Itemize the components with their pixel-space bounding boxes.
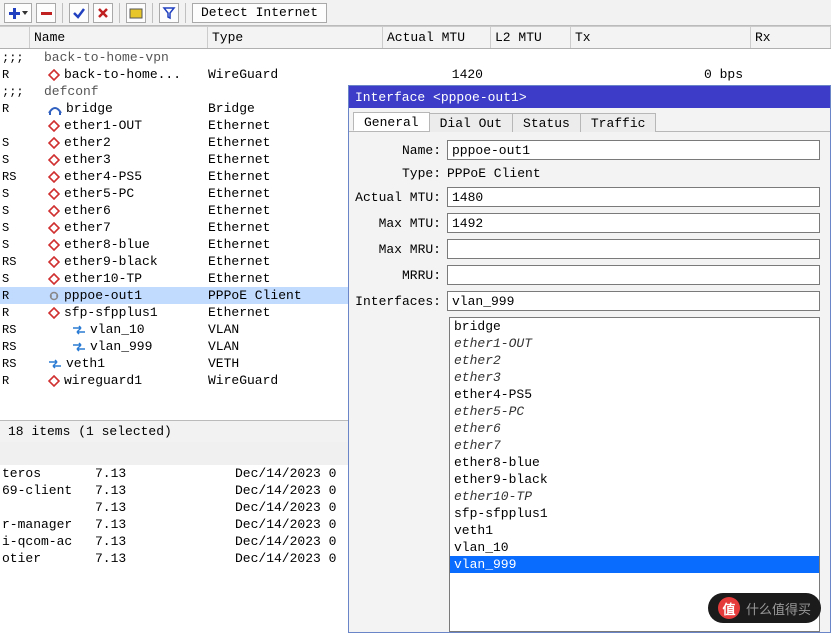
interface-name: vlan_10: [90, 322, 145, 337]
interface-name: ether5-PC: [64, 186, 134, 201]
interface-name: ether1-OUT: [64, 118, 142, 133]
iface-option[interactable]: vlan_999: [450, 556, 819, 573]
diamond-icon: [48, 205, 60, 217]
column-header-rx[interactable]: Rx: [751, 27, 831, 48]
diamond-icon: [48, 69, 60, 81]
iface-option[interactable]: ether5-PC: [450, 403, 819, 420]
label-actual-mtu: Actual MTU:: [355, 190, 447, 205]
label-type: Type:: [355, 166, 447, 181]
bridge-icon: [48, 103, 62, 115]
column-header-flags[interactable]: [0, 27, 30, 48]
group-header: ;;;back-to-home-vpn: [0, 49, 831, 66]
column-header-l2-mtu[interactable]: L2 MTU: [491, 27, 571, 48]
enable-button[interactable]: [69, 3, 89, 23]
iface-option[interactable]: ether3: [450, 369, 819, 386]
value-type: PPPoE Client: [447, 166, 820, 181]
column-header-actual-mtu[interactable]: Actual MTU: [383, 27, 491, 48]
diamond-icon: [48, 188, 60, 200]
tab-general[interactable]: General: [353, 112, 430, 131]
interface-name: ether4-PS5: [64, 169, 142, 184]
window-title: Interface <pppoe-out1>: [349, 86, 830, 108]
interface-name: wireguard1: [64, 373, 142, 388]
interface-name: ether10-TP: [64, 271, 142, 286]
interfaces-field[interactable]: [447, 291, 820, 311]
arrows-icon: [72, 341, 86, 353]
interface-name: pppoe-out1: [64, 288, 142, 303]
iface-option[interactable]: ether2: [450, 352, 819, 369]
interface-name: veth1: [66, 356, 105, 371]
interface-name: bridge: [66, 101, 113, 116]
tab-status[interactable]: Status: [512, 113, 581, 132]
column-header-name[interactable]: Name: [30, 27, 208, 48]
label-max-mtu: Max MTU:: [355, 216, 447, 231]
interface-name: sfp-sfpplus1: [64, 305, 158, 320]
interface-name: ether9-black: [64, 254, 158, 269]
diamond-icon: [48, 171, 60, 183]
interface-name: ether3: [64, 152, 111, 167]
iface-option[interactable]: ether8-blue: [450, 454, 819, 471]
tab-bar: GeneralDial OutStatusTraffic: [349, 108, 830, 132]
label-mrru: MRRU:: [355, 268, 447, 283]
interface-name: ether8-blue: [64, 237, 150, 252]
toolbar: Detect Internet: [0, 0, 831, 26]
property-form: Name: Type: PPPoE Client Actual MTU: Max…: [349, 132, 830, 317]
toolbar-divider: [185, 3, 186, 23]
label-max-mru: Max MRU:: [355, 242, 447, 257]
interfaces-listbox[interactable]: bridgeether1-OUTether2ether3ether4-PS5et…: [449, 317, 820, 632]
diamond-icon: [48, 239, 60, 251]
tab-traffic[interactable]: Traffic: [580, 113, 657, 132]
tab-dial-out[interactable]: Dial Out: [429, 113, 513, 132]
diamond-icon: [48, 137, 60, 149]
watermark-badge: 值 什么值得买: [708, 593, 821, 623]
column-header-tx[interactable]: Tx: [571, 27, 751, 48]
name-field[interactable]: [447, 140, 820, 160]
diamond-icon: [48, 222, 60, 234]
interface-name: vlan_999: [90, 339, 152, 354]
iface-option[interactable]: ether7: [450, 437, 819, 454]
arrows-icon: [48, 358, 62, 370]
remove-button[interactable]: [36, 3, 56, 23]
iface-option[interactable]: veth1: [450, 522, 819, 539]
label-name: Name:: [355, 143, 447, 158]
arrows-icon: [72, 324, 86, 336]
toolbar-divider: [119, 3, 120, 23]
interface-row[interactable]: Rback-to-home...WireGuard14200 bps: [0, 66, 831, 83]
iface-option[interactable]: ether9-black: [450, 471, 819, 488]
interface-name: ether2: [64, 135, 111, 150]
diamond-icon: [48, 154, 60, 166]
disable-button[interactable]: [93, 3, 113, 23]
add-button[interactable]: [4, 3, 32, 23]
iface-option[interactable]: sfp-sfpplus1: [450, 505, 819, 522]
diamond-icon: [48, 273, 60, 285]
diamond-icon: [48, 120, 60, 132]
iface-option[interactable]: ether4-PS5: [450, 386, 819, 403]
detect-internet-button[interactable]: Detect Internet: [192, 3, 327, 23]
diamond-icon: [48, 256, 60, 268]
diamond-icon: [48, 375, 60, 387]
max-mtu-field[interactable]: [447, 213, 820, 233]
label-interfaces: Interfaces:: [355, 294, 447, 309]
dot-icon: [48, 290, 60, 302]
watermark-text: 什么值得买: [746, 599, 811, 618]
iface-option[interactable]: bridge: [450, 318, 819, 335]
interface-name: ether7: [64, 220, 111, 235]
iface-option[interactable]: vlan_10: [450, 539, 819, 556]
iface-option[interactable]: ether10-TP: [450, 488, 819, 505]
toolbar-divider: [62, 3, 63, 23]
column-headers: Name Type Actual MTU L2 MTU Tx Rx: [0, 27, 831, 49]
iface-option[interactable]: ether6: [450, 420, 819, 437]
iface-option[interactable]: ether1-OUT: [450, 335, 819, 352]
diamond-icon: [48, 307, 60, 319]
actual-mtu-field[interactable]: [447, 187, 820, 207]
column-header-type[interactable]: Type: [208, 27, 383, 48]
interface-name: ether6: [64, 203, 111, 218]
max-mru-field[interactable]: [447, 239, 820, 259]
watermark-icon: 值: [718, 597, 740, 619]
interface-name: back-to-home...: [64, 67, 181, 82]
interface-property-window: Interface <pppoe-out1> GeneralDial OutSt…: [348, 85, 831, 633]
comment-button[interactable]: [126, 3, 146, 23]
toolbar-divider: [152, 3, 153, 23]
mrru-field[interactable]: [447, 265, 820, 285]
filter-button[interactable]: [159, 3, 179, 23]
